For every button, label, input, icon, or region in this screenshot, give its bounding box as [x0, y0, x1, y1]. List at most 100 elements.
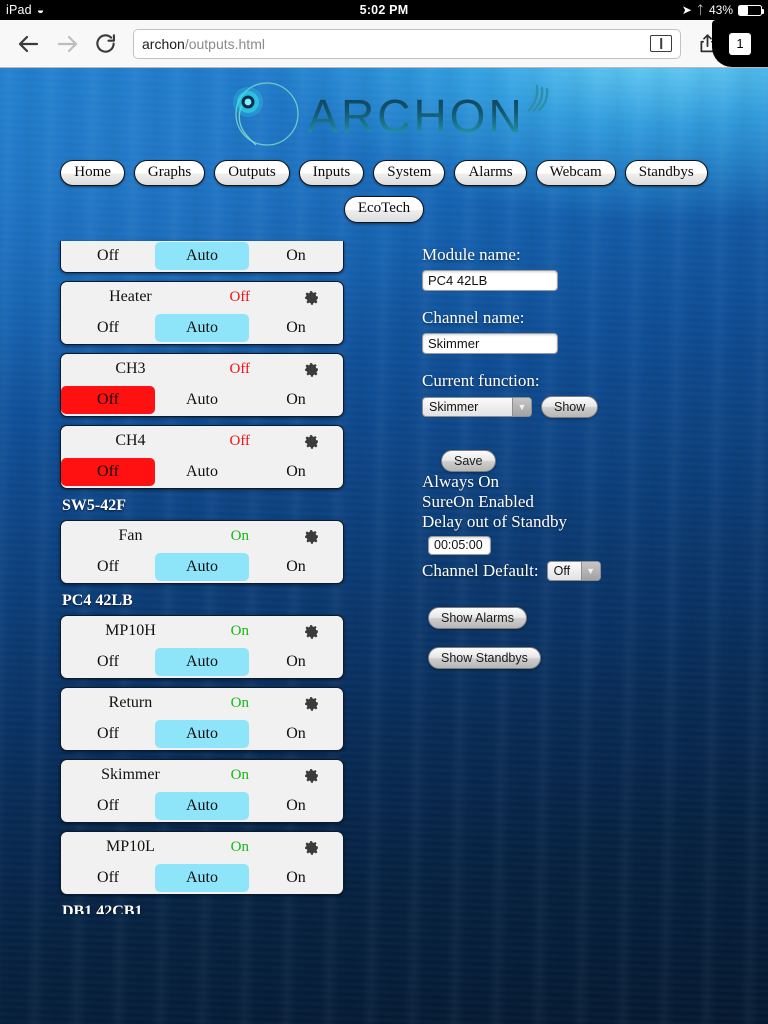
gear-icon[interactable] — [286, 695, 337, 712]
channel-default-value: Off — [553, 563, 571, 578]
location-arrow-icon: ➤ — [681, 3, 692, 17]
mode-on-button[interactable]: On — [249, 314, 343, 342]
show-alarms-button[interactable]: Show Alarms — [428, 606, 527, 629]
reload-icon[interactable] — [86, 25, 124, 63]
output-card[interactable]: Return On Off Auto On — [60, 686, 344, 751]
channel-name-input[interactable] — [422, 332, 558, 354]
mode-auto-button[interactable]: Auto — [155, 647, 249, 676]
bluetooth-icon: ᛏ — [696, 3, 704, 17]
mode-on-button[interactable]: On — [249, 553, 343, 581]
mode-off-button[interactable]: Off — [61, 864, 155, 892]
gear-icon[interactable] — [286, 361, 337, 378]
mode-off-button[interactable]: Off — [61, 720, 155, 748]
logo-wordmark: ARCHON — [307, 90, 525, 142]
battery-percent-label: 43% — [708, 3, 733, 17]
output-card[interactable]: Off Auto On — [60, 240, 344, 273]
gear-icon[interactable] — [286, 289, 337, 306]
output-card-header: CH3 Off — [61, 354, 343, 385]
mode-off-button[interactable]: Off — [61, 457, 155, 486]
reader-view-icon[interactable] — [650, 35, 672, 52]
url-input[interactable]: archon/outputs.html — [133, 28, 681, 59]
output-name: MP10H — [105, 622, 156, 639]
output-card[interactable]: MP10H On Off Auto On — [60, 614, 344, 679]
mode-on-button[interactable]: On — [249, 458, 343, 486]
mode-on-button[interactable]: On — [249, 864, 343, 892]
output-mode-selector: Off Auto On — [61, 863, 343, 894]
nav-item-outputs[interactable]: Outputs — [214, 160, 290, 187]
mode-off-button[interactable]: Off — [61, 553, 155, 581]
gear-icon[interactable] — [286, 839, 337, 856]
wifi-signal-icon — [527, 84, 549, 112]
mode-auto-button[interactable]: Auto — [155, 552, 249, 581]
output-mode-selector: Off Auto On — [61, 552, 343, 583]
nav-item-ecotech[interactable]: EcoTech — [343, 196, 425, 223]
gear-icon[interactable] — [286, 528, 337, 545]
output-mode-selector: Off Auto On — [61, 647, 343, 678]
output-card-header: Heater Off — [61, 282, 343, 313]
always-on-label: Always On — [422, 471, 499, 491]
output-card-header: Fan On — [61, 521, 343, 552]
sureon-label: SureOn Enabled — [422, 491, 534, 511]
output-card[interactable]: Skimmer On Off Auto On — [60, 758, 344, 823]
mode-off-button[interactable]: Off — [61, 385, 155, 414]
output-name: Heater — [109, 288, 152, 305]
main-nav: Home Graphs Outputs Inputs System Alarms… — [0, 160, 768, 187]
output-state: On — [230, 694, 249, 711]
mode-auto-button[interactable]: Auto — [155, 719, 249, 748]
mode-auto-button[interactable]: Auto — [155, 241, 249, 270]
battery-icon — [738, 4, 765, 16]
output-mode-selector: Off Auto On — [61, 313, 343, 344]
tab-count-button[interactable]: 1 — [712, 20, 768, 67]
mode-off-button[interactable]: Off — [61, 242, 155, 270]
output-card[interactable]: CH3 Off Off Auto On — [60, 352, 344, 417]
nav-item-standbys[interactable]: Standbys — [624, 160, 708, 187]
module-name-input[interactable] — [422, 269, 558, 291]
nav-item-system[interactable]: System — [373, 160, 446, 187]
mode-on-button[interactable]: On — [249, 720, 343, 748]
save-button[interactable]: Save — [441, 449, 496, 472]
nav-item-inputs[interactable]: Inputs — [298, 160, 365, 187]
gear-icon[interactable] — [286, 767, 337, 784]
module-group-label: PC4 42LB — [62, 591, 133, 609]
mode-off-button[interactable]: Off — [61, 648, 155, 676]
output-card[interactable]: Heater Off Off Auto On — [60, 280, 344, 345]
mode-off-button[interactable]: Off — [61, 792, 155, 820]
nav-item-graphs[interactable]: Graphs — [133, 160, 206, 187]
mode-on-button[interactable]: On — [249, 242, 343, 270]
tab-count-label: 1 — [729, 32, 751, 55]
current-function-select[interactable]: Skimmer ▼ — [422, 396, 532, 417]
output-card-header: MP10H On — [61, 616, 343, 647]
output-mode-selector: Off Auto On — [61, 385, 343, 416]
mode-on-button[interactable]: On — [249, 386, 343, 414]
nav-item-webcam[interactable]: Webcam — [535, 160, 616, 187]
show-function-button[interactable]: Show — [541, 395, 599, 418]
module-group-label: DB1 42CB1 — [62, 902, 143, 914]
output-state: On — [230, 766, 249, 783]
mode-auto-button[interactable]: Auto — [155, 791, 249, 820]
mode-auto-button[interactable]: Auto — [155, 458, 249, 486]
output-card[interactable]: CH4 Off Off Auto On — [60, 424, 344, 489]
output-card[interactable]: MP10L On Off Auto On — [60, 830, 344, 895]
gear-icon[interactable] — [286, 433, 337, 450]
delay-standby-input[interactable] — [428, 535, 491, 555]
current-function-label: Current function: — [422, 370, 540, 390]
gear-icon[interactable] — [286, 623, 337, 640]
output-name: Return — [108, 694, 153, 711]
back-arrow-icon[interactable] — [10, 25, 48, 63]
mode-off-button[interactable]: Off — [61, 314, 155, 342]
output-name: Skimmer — [101, 766, 160, 783]
mode-on-button[interactable]: On — [249, 792, 343, 820]
channel-default-select[interactable]: Off ▼ — [546, 560, 601, 581]
forward-arrow-icon — [48, 25, 86, 63]
mode-auto-button[interactable]: Auto — [155, 863, 249, 892]
mode-on-button[interactable]: On — [249, 648, 343, 676]
mode-auto-button[interactable]: Auto — [155, 313, 249, 342]
mode-auto-button[interactable]: Auto — [155, 386, 249, 414]
archon-loop-icon — [233, 82, 299, 146]
nav-item-alarms[interactable]: Alarms — [454, 160, 527, 187]
output-card-header: Skimmer On — [61, 760, 343, 791]
nav-item-home[interactable]: Home — [60, 160, 125, 187]
output-name: CH4 — [115, 432, 146, 449]
show-standbys-button[interactable]: Show Standbys — [428, 646, 541, 669]
output-card[interactable]: Fan On Off Auto On — [60, 519, 344, 584]
